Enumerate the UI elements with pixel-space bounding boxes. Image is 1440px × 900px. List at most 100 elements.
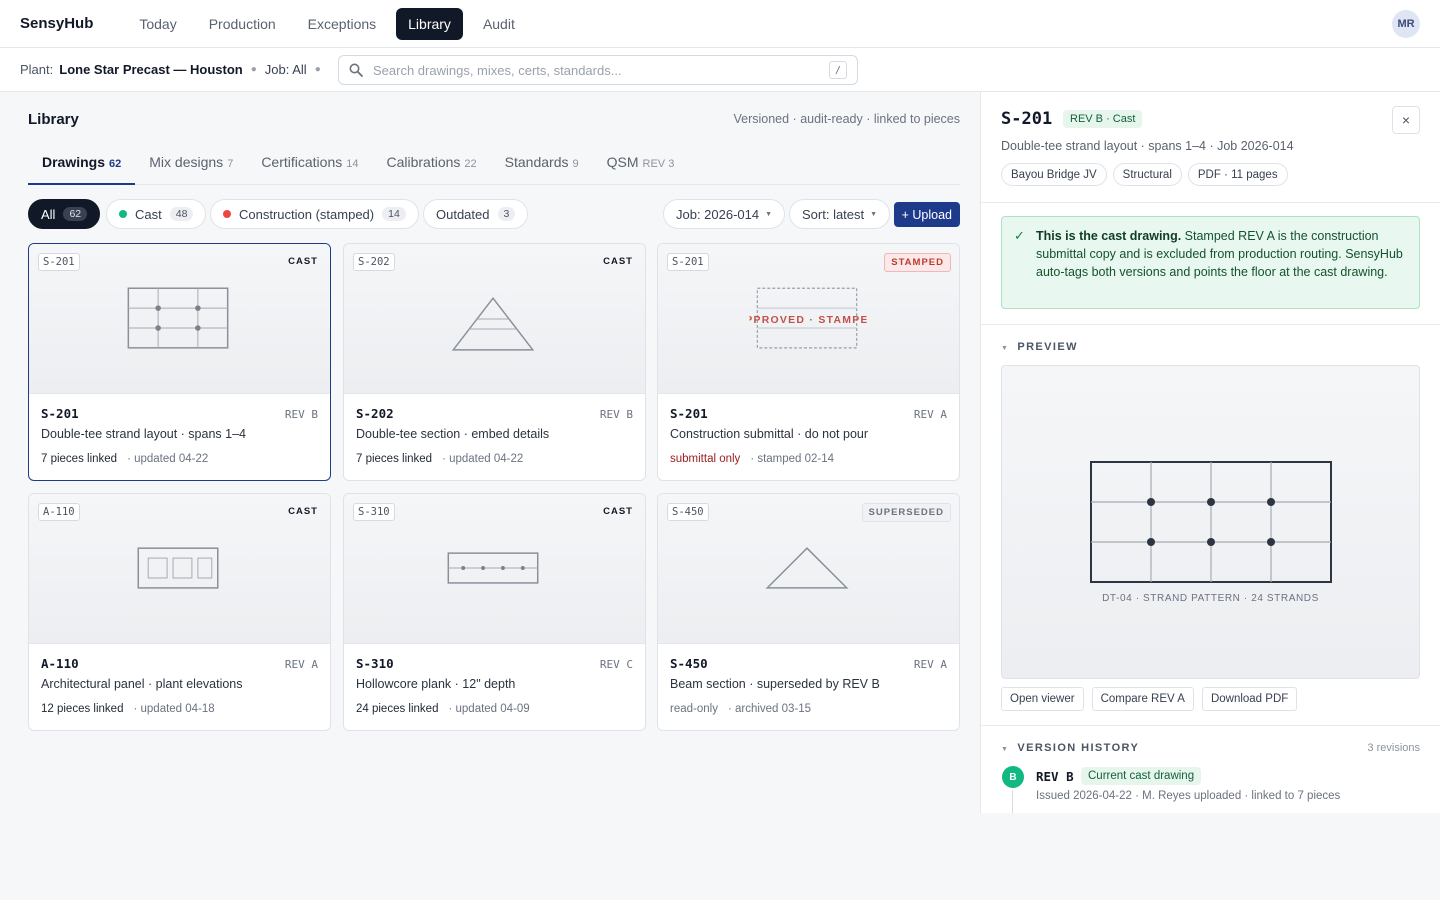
- job-selector[interactable]: Job: All: [265, 62, 307, 77]
- current-revision-badge: Current cast drawing: [1081, 767, 1202, 785]
- drawing-code-chip: S-201: [667, 253, 709, 271]
- submittal-note: submittal only: [670, 453, 741, 465]
- filter-outdated[interactable]: Outdated 3: [423, 199, 529, 229]
- filter-label: Outdated: [436, 206, 490, 222]
- panel-subtitle: Double-tee strand layout · spans 1–4 · J…: [1001, 139, 1294, 153]
- job-filter-value: Job: 2026-014: [676, 206, 760, 222]
- updated-date: · updated 04-22: [442, 453, 524, 465]
- panel-elevation-thumbnail: [137, 547, 219, 589]
- sort-select[interactable]: Sort: latest ▼: [789, 199, 891, 229]
- drawing-revision: REV B: [284, 408, 318, 421]
- drawing-description: Construction submittal · do not pour: [670, 427, 869, 441]
- library-tabs: Drawings 62 Mix designs 7 Certifications 14…: [28, 144, 960, 185]
- drawing-code-chip: A-110: [38, 503, 80, 521]
- drawing-footer: submittal only · stamped 02-14: [670, 453, 834, 465]
- revision-name[interactable]: REV B: [1036, 769, 1074, 784]
- filter-construction-stamped[interactable]: Construction (stamped) 14: [210, 199, 419, 229]
- filter-bar: All 62 Cast 48 Construction (stamped) 14 Ou…: [28, 199, 960, 229]
- drawing-footer: 7 pieces linked · updated 04-22: [41, 453, 208, 465]
- stamped-date: · stamped 02-14: [750, 453, 835, 465]
- compare-rev-button[interactable]: Compare REV A: [1091, 687, 1194, 711]
- stamp-watermark: APPROVED · STAMPED: [736, 315, 877, 326]
- user-avatar[interactable]: MR: [1392, 10, 1420, 38]
- chevron-down-icon: ▼: [1001, 746, 1010, 753]
- drawing-footer: read-only · archived 03-15: [670, 703, 811, 715]
- drawing-revision: REV A: [913, 658, 947, 671]
- drawing-code: S-201: [41, 406, 79, 421]
- tab-mix-designs[interactable]: Mix designs 7: [135, 144, 247, 185]
- drawing-code-chip: S-201: [38, 253, 80, 271]
- drawing-card[interactable]: S-310 CAST S-310 REV C Hollowcore plank …: [343, 493, 646, 731]
- linked-pieces-count: 24 pieces linked: [356, 703, 439, 715]
- close-button[interactable]: ×: [1392, 106, 1420, 134]
- drawing-description: Double-tee strand layout · spans 1–4: [41, 427, 246, 441]
- drawing-card[interactable]: S-202 CAST S-202 REV B Double-tee sectio…: [343, 243, 646, 481]
- cast-drawing-callout: ✓ This is the cast drawing. Stamped REV …: [1001, 216, 1420, 309]
- section-heading: VERSION HISTORY: [1017, 742, 1140, 754]
- tag-file-info[interactable]: PDF · 11 pages: [1187, 163, 1288, 186]
- status-badge: CAST: [288, 256, 318, 267]
- tab-qsm[interactable]: QSM REV 3: [593, 144, 689, 185]
- job-filter-select[interactable]: Job: 2026-014 ▼: [663, 199, 786, 229]
- preview-section-toggle[interactable]: ▼ PREVIEW: [1001, 341, 1078, 353]
- drawing-thumbnail: S-310 CAST: [344, 494, 645, 644]
- drawing-code: A-110: [41, 656, 79, 671]
- tab-calibrations[interactable]: Calibrations 22: [372, 144, 490, 185]
- drawing-card[interactable]: S-450 SUPERSEDED S-450 REV A Beam sectio…: [657, 493, 960, 731]
- tab-count: REV 3: [642, 158, 675, 170]
- filter-all[interactable]: All 62: [28, 199, 101, 229]
- plant-selector[interactable]: Lone Star Precast — Houston: [59, 62, 242, 77]
- drawing-preview[interactable]: DT-04 · STRAND PATTERN · 24 STRANDS: [1001, 365, 1420, 679]
- filter-cast[interactable]: Cast 48: [106, 199, 207, 229]
- updated-date: · updated 04-09: [448, 703, 530, 715]
- status-badge: CAST: [603, 506, 633, 517]
- tag-discipline[interactable]: Structural: [1112, 163, 1182, 186]
- beam-section-thumbnail: [765, 547, 849, 589]
- drawing-code-chip: S-310: [353, 503, 395, 521]
- global-search[interactable]: /: [338, 55, 858, 85]
- brand-logo[interactable]: SensyHub: [20, 15, 93, 32]
- upload-button[interactable]: + Upload: [893, 202, 960, 227]
- nav-exceptions[interactable]: Exceptions: [296, 8, 388, 40]
- filter-label: Cast: [135, 206, 162, 222]
- drawing-card[interactable]: S-201 CAST S-201 REV B Double-tee strand…: [28, 243, 331, 481]
- nav-library[interactable]: Library: [396, 7, 463, 40]
- library-meta: Versioned · audit-ready · linked to piec…: [733, 112, 960, 126]
- status-badge: CAST: [288, 506, 318, 517]
- drawing-thumbnail: S-201 STAMPED APPROVED · STAMPED: [658, 244, 959, 394]
- tag-client[interactable]: Bayou Bridge JV: [1001, 163, 1107, 186]
- drawing-card[interactable]: S-201 STAMPED APPROVED · STAMPED S-201 R…: [657, 243, 960, 481]
- drawing-code: S-201: [670, 406, 708, 421]
- filter-count: 62: [63, 207, 88, 221]
- section-triangle-thumbnail: [451, 296, 535, 351]
- filter-label: All: [41, 206, 56, 222]
- readonly-note: read-only: [670, 703, 718, 715]
- drawing-description: Double-tee section · embed details: [356, 427, 550, 441]
- drawing-footer: 12 pieces linked · updated 04-18: [41, 703, 215, 715]
- nav-today[interactable]: Today: [127, 8, 188, 40]
- drawing-thumbnail: S-202 CAST: [344, 244, 645, 394]
- tab-count: 7: [227, 158, 234, 170]
- search-input[interactable]: [373, 62, 829, 78]
- tab-drawings[interactable]: Drawings 62: [28, 144, 136, 185]
- linked-pieces-count: 12 pieces linked: [41, 703, 124, 715]
- separator-dot: ●: [314, 64, 321, 75]
- drawing-revision: REV B: [599, 408, 633, 421]
- nav-audit[interactable]: Audit: [471, 8, 527, 40]
- drawing-code-chip: S-202: [353, 253, 395, 271]
- chevron-down-icon: ▼: [765, 210, 773, 218]
- tab-label: Standards: [504, 154, 569, 170]
- revision-count: 3 revisions: [1367, 742, 1420, 754]
- tab-label: Drawings: [42, 154, 106, 170]
- section-heading: PREVIEW: [1017, 341, 1078, 353]
- drawing-code-chip: S-450: [667, 503, 709, 521]
- version-history-toggle[interactable]: ▼ VERSION HISTORY: [1001, 742, 1139, 754]
- tab-certifications[interactable]: Certifications 14: [247, 144, 372, 185]
- tab-count: 9: [572, 158, 579, 170]
- tab-standards[interactable]: Standards 9: [491, 144, 593, 185]
- download-pdf-button[interactable]: Download PDF: [1201, 687, 1298, 711]
- drawing-description: Hollowcore plank · 12" depth: [356, 677, 516, 691]
- nav-production[interactable]: Production: [197, 8, 288, 40]
- drawing-card[interactable]: A-110 CAST A-110 REV A Architectural pan…: [28, 493, 331, 731]
- open-viewer-button[interactable]: Open viewer: [1001, 687, 1084, 711]
